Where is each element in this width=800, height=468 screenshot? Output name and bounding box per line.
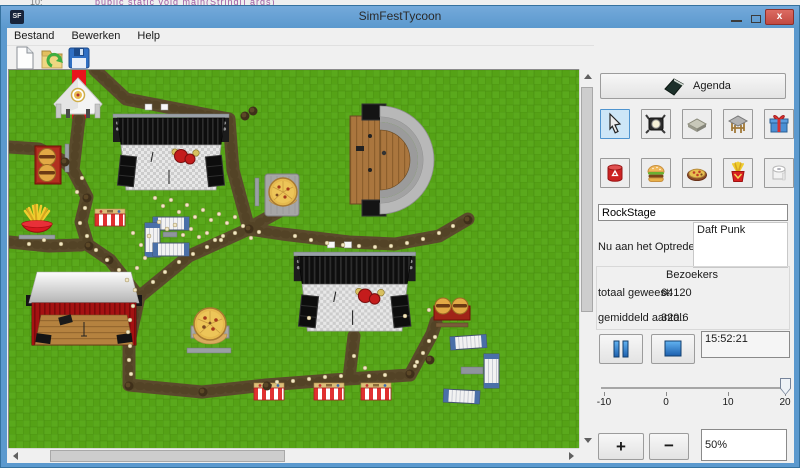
trash-bin-icon: [603, 161, 627, 185]
now-playing-value: Daft Punk: [697, 224, 745, 236]
pause-icon: [611, 340, 631, 358]
zoom-level-value: 50%: [705, 439, 727, 451]
pause-button[interactable]: [599, 334, 643, 364]
zoom-in-button[interactable]: +: [598, 433, 644, 460]
new-file-icon[interactable]: [13, 45, 37, 71]
stage-scaffold-icon: [726, 112, 750, 136]
tool-burger-stand[interactable]: [641, 158, 671, 188]
main-stage-north[interactable]: [113, 104, 229, 190]
tool-select-cursor[interactable]: [600, 109, 630, 139]
path-tile-icon: [685, 112, 709, 136]
h-scroll-thumb[interactable]: [50, 450, 285, 462]
clock-value: 15:52:21: [705, 333, 748, 345]
zoom-out-button[interactable]: −: [649, 433, 689, 460]
zoom-level-box: 50%: [701, 429, 787, 461]
agenda-book-icon: [663, 77, 685, 97]
menu-bestand[interactable]: Bestand: [7, 28, 61, 44]
striped-stall-4[interactable]: [361, 383, 391, 400]
main-stage-south[interactable]: [294, 242, 416, 331]
burger-icon: [644, 161, 668, 185]
stage-light-icon: [644, 112, 668, 136]
save-file-icon[interactable]: [67, 45, 91, 71]
client-area: Bestand Bewerken Help: [7, 28, 794, 463]
slider-tick-max: 20: [770, 397, 800, 408]
zoom-out-label: −: [664, 436, 674, 455]
scroll-left-icon[interactable]: [13, 452, 18, 460]
tool-fries-stand[interactable]: [723, 158, 753, 188]
speed-slider[interactable]: -10 0 10 20: [594, 373, 794, 413]
desktop: 10: public static void main(String[] arg…: [0, 0, 800, 468]
striped-stall-3[interactable]: [314, 383, 344, 400]
menu-bewerken[interactable]: Bewerken: [64, 28, 127, 44]
now-playing-box: Daft Punk: [693, 222, 788, 268]
map-horizontal-scrollbar[interactable]: [8, 448, 579, 463]
striped-stall-1[interactable]: [95, 209, 125, 226]
agenda-label: Agenda: [693, 80, 731, 92]
scrollbar-corner: [579, 448, 594, 463]
zoom-in-label: +: [616, 437, 626, 456]
tool-stage-scaffold[interactable]: [723, 109, 753, 139]
fries-icon: [726, 161, 750, 185]
scroll-down-icon[interactable]: [584, 438, 592, 443]
slider-tick-10: 10: [713, 397, 743, 408]
maximize-button[interactable]: [751, 15, 761, 23]
tool-stage-light[interactable]: [641, 109, 671, 139]
tool-trash-bin[interactable]: [600, 158, 630, 188]
total-visitors-value: 64120: [661, 287, 692, 299]
minimize-button[interactable]: [731, 20, 742, 22]
slider-tick-0: 0: [651, 397, 681, 408]
cursor-icon: [603, 112, 627, 136]
stage-name-input[interactable]: [598, 204, 788, 221]
now-playing-label: Nu aan het Optreden:: [598, 241, 704, 253]
v-scroll-thumb[interactable]: [581, 87, 593, 312]
side-panel: Agenda: [594, 28, 794, 463]
gift-icon: [767, 112, 791, 136]
tool-gift[interactable]: [764, 109, 794, 139]
tool-toilet[interactable]: [764, 158, 794, 188]
slider-tick-min: -10: [589, 397, 619, 408]
menu-help[interactable]: Help: [130, 28, 167, 44]
tool-pizza-stand[interactable]: [682, 158, 712, 188]
scroll-right-icon[interactable]: [569, 452, 574, 460]
close-button[interactable]: x: [765, 9, 794, 25]
map-vertical-scrollbar[interactable]: [579, 69, 594, 448]
agenda-button[interactable]: Agenda: [600, 73, 786, 99]
barn-stage[interactable]: [26, 272, 142, 345]
open-file-icon[interactable]: [40, 45, 64, 71]
scroll-up-icon[interactable]: [584, 74, 592, 79]
window-title: SimFestTycoon: [1, 6, 799, 27]
stop-icon: [664, 340, 682, 358]
festival-map[interactable]: [8, 69, 579, 448]
stop-button[interactable]: [651, 334, 695, 364]
tool-path-tile[interactable]: [682, 109, 712, 139]
toilet-roll-icon: [767, 161, 791, 185]
slider-track[interactable]: [601, 387, 787, 389]
visitors-header: Bezoekers: [594, 269, 790, 281]
pizza-icon: [685, 161, 709, 185]
title-bar[interactable]: SF SimFestTycoon x: [1, 6, 799, 28]
clock-display: 15:52:21: [701, 331, 790, 358]
app-window: SF SimFestTycoon x Bestand Bewerken Help: [0, 5, 800, 468]
slider-thumb[interactable]: [780, 378, 791, 395]
average-visitors-value: 320.6: [661, 312, 689, 324]
